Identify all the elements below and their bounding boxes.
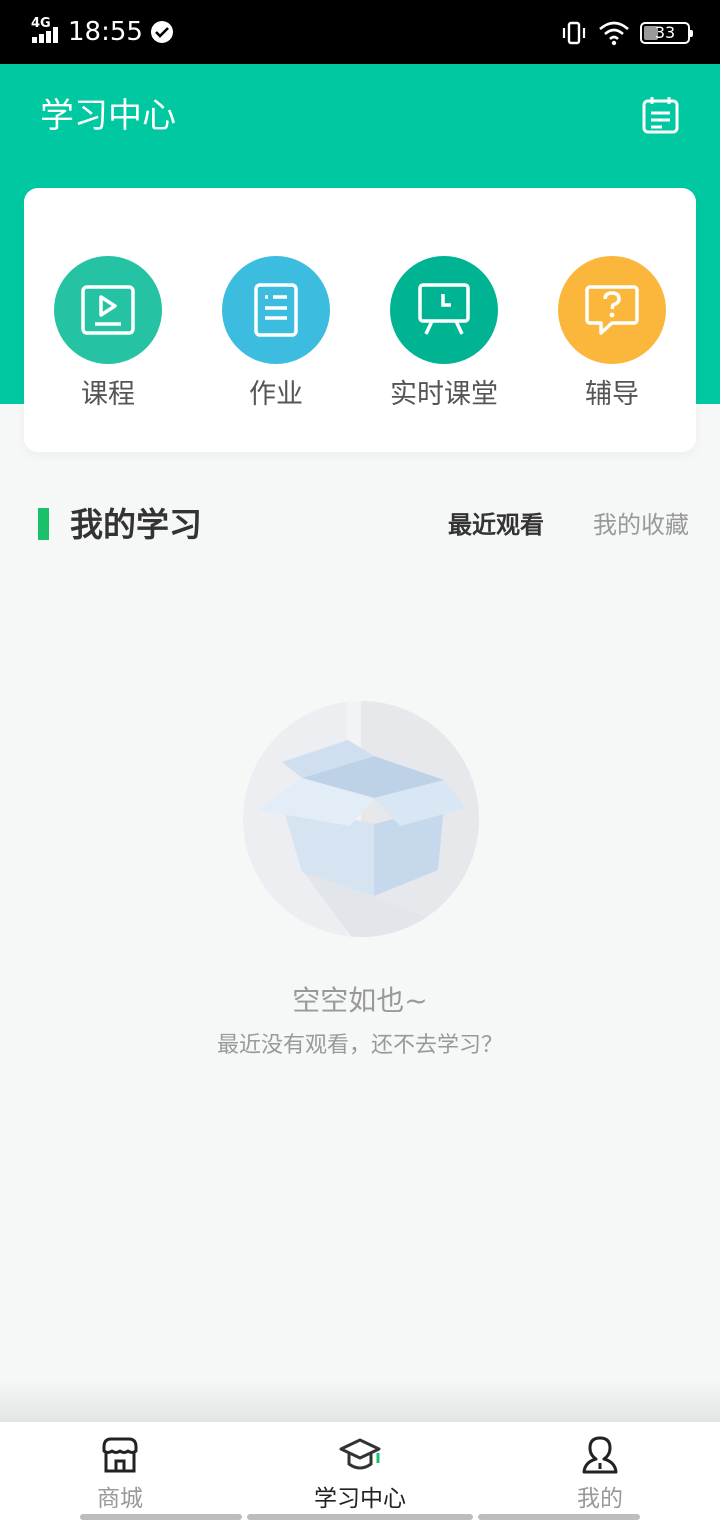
nav-label: 我的 — [577, 1486, 623, 1512]
shortcut-label: 辅导 — [585, 379, 639, 410]
tab-favorites[interactable]: 我的收藏 — [593, 509, 689, 541]
page-title: 学习中心 — [40, 96, 176, 136]
live-class-icon-circle — [390, 256, 498, 364]
video-play-icon — [81, 285, 135, 335]
network-type: 4G — [31, 16, 51, 31]
section-title: 我的学习 — [70, 505, 202, 544]
shortcut-live-class[interactable]: 实时课堂 — [384, 256, 504, 412]
shortcut-card: 课程 作业 实时课堂 辅导 — [24, 188, 696, 452]
homework-icon-circle — [222, 256, 330, 364]
course-icon-circle — [54, 256, 162, 364]
user-icon — [582, 1436, 618, 1474]
section-accent-bar — [38, 508, 49, 540]
calendar-button[interactable] — [636, 92, 684, 140]
live-classroom-icon — [418, 283, 470, 335]
shortcut-tutoring[interactable]: 辅导 — [552, 256, 672, 412]
tutoring-icon-circle — [558, 256, 666, 364]
empty-box-icon — [242, 700, 480, 938]
nav-item-store[interactable]: 商城 — [0, 1422, 240, 1520]
verified-check-icon — [150, 21, 173, 43]
vibrate-icon — [562, 21, 586, 45]
nav-label: 学习中心 — [314, 1486, 406, 1512]
shortcut-label: 实时课堂 — [390, 379, 498, 410]
status-time: 18:55 — [68, 17, 143, 47]
nav-item-study-center[interactable]: 学习中心 — [240, 1422, 480, 1520]
document-list-icon — [254, 283, 298, 337]
bottom-nav: 商城 学习中心 我的 — [0, 1422, 720, 1520]
gesture-indicator — [80, 1514, 242, 1520]
nav-label: 商城 — [97, 1486, 143, 1512]
bottom-nav-shadow — [0, 1380, 720, 1422]
nav-item-mine[interactable]: 我的 — [480, 1422, 720, 1520]
store-icon — [102, 1437, 138, 1473]
battery-icon: 33 — [640, 22, 693, 44]
wifi-icon — [599, 21, 629, 46]
my-study-header: 我的学习 最近观看 我的收藏 — [0, 500, 720, 550]
cellular-signal-icon: 4G — [30, 17, 62, 47]
shortcut-homework[interactable]: 作业 — [216, 256, 336, 412]
question-bubble-icon — [585, 285, 639, 335]
tab-recent[interactable]: 最近观看 — [448, 509, 544, 541]
battery-level: 33 — [654, 23, 676, 42]
gesture-indicator — [247, 1514, 473, 1520]
empty-state-subtitle: 最近没有观看，还不去学习？ — [216, 1033, 503, 1058]
shortcut-course[interactable]: 课程 — [48, 256, 168, 412]
shortcut-label: 作业 — [249, 379, 303, 410]
status-bar: 4G 18:55 33 — [0, 0, 720, 64]
gesture-indicator — [478, 1514, 640, 1520]
empty-state-title: 空空如也~ — [292, 984, 428, 1017]
calendar-list-icon — [642, 97, 679, 134]
shortcut-label: 课程 — [81, 379, 135, 410]
graduation-cap-icon — [339, 1438, 381, 1470]
